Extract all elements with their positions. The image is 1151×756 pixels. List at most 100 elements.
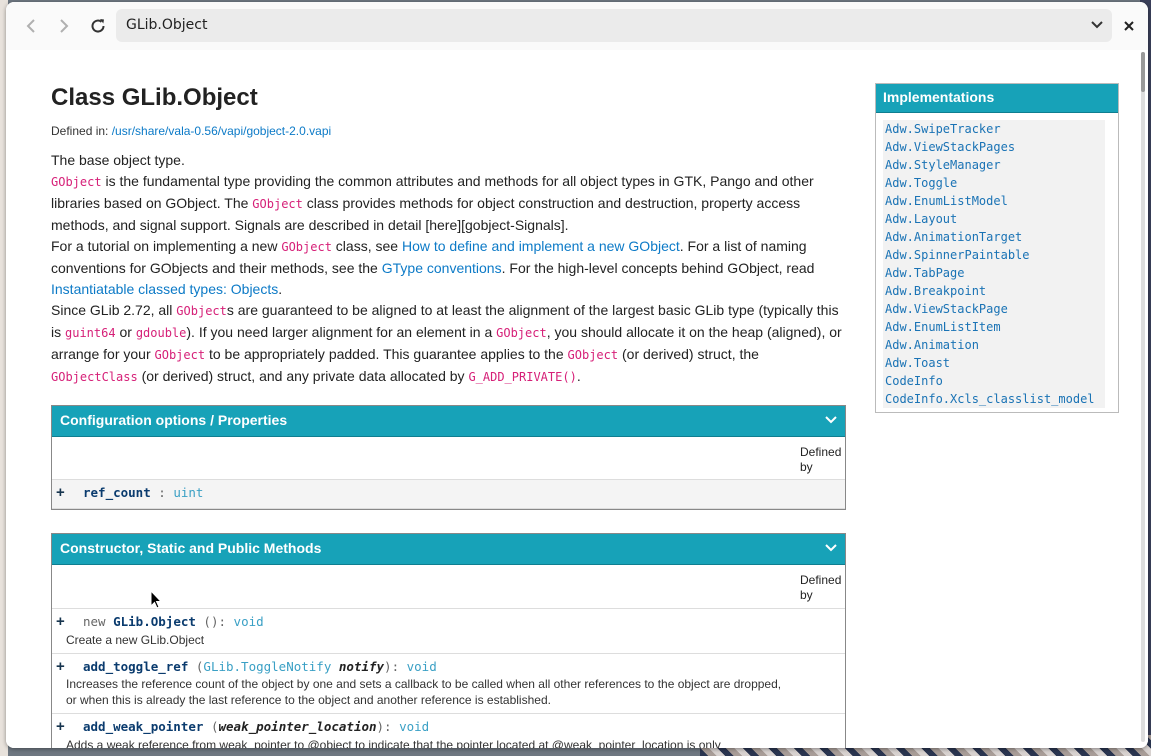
reload-icon [91,19,105,33]
implementations-panel: Implementations Adw.SwipeTracker Adw.View… [875,83,1119,413]
text: (or derived) struct, the [618,346,759,362]
chevron-down-icon[interactable] [1090,17,1104,33]
methods-column-header: Defined by [52,565,845,609]
arg-name: notify [338,659,385,674]
args-close: ): [376,719,400,734]
method-name[interactable]: add_toggle_ref [83,659,188,674]
expand-plus-icon[interactable]: + [56,484,65,501]
method-signature: add_weak_pointer (weak_pointer_location)… [83,719,429,734]
class-heading: Class GLib.Object [51,84,258,111]
methods-panel-header[interactable]: Constructor, Static and Public Methods [52,534,845,565]
method-signature: add_toggle_ref (GLib.ToggleNotify notify… [83,659,437,674]
implementation-link[interactable]: Adw.Layout [883,210,1105,228]
browser-toolbar: GLib.Object [6,2,1148,50]
method-description: Increases the reference count of the obj… [66,677,782,707]
class-description: The base object type. GObject is the fun… [51,150,846,388]
implementation-link[interactable]: CodeInfo [883,372,1105,390]
expand-plus-icon[interactable]: + [56,718,65,735]
implementation-link[interactable]: Adw.ViewStackPage [883,300,1105,318]
code-g-add-private: G_ADD_PRIVATE() [468,370,577,384]
code-gobject: GObject [496,326,547,340]
chevron-down-icon[interactable] [825,543,837,553]
browser-window: GLib.Object Class GLib.Object Defined in… [6,2,1148,748]
address-bar[interactable]: GLib.Object [116,9,1112,42]
property-signature: ref_count : uint [83,485,203,500]
implementations-title: Implementations [876,84,1118,113]
close-icon [1124,21,1134,31]
implementation-link[interactable]: Adw.SpinnerPaintable [883,246,1105,264]
text: or [115,324,136,340]
scrollbar-thumb[interactable] [1141,52,1145,92]
implementation-link[interactable]: Adw.AnimationTarget [883,228,1105,246]
method-name[interactable]: GLib.Object [113,614,196,629]
method-row: + new GLib.Object (): void Create a new … [52,609,845,654]
implementation-link[interactable]: Adw.Breakpoint [883,282,1105,300]
code-gobject: GObject [281,240,332,254]
close-button[interactable] [1114,11,1144,41]
page-title-label: GLib.Object [126,17,208,33]
return-separator: : [218,614,234,629]
code-gobjectclass: GObjectClass [51,370,138,384]
methods-panel: Constructor, Static and Public Methods D… [51,533,846,748]
property-type[interactable]: uint [173,485,203,500]
chevron-down-icon[interactable] [825,415,837,425]
implementation-link[interactable]: Adw.ViewStackPages [883,138,1105,156]
implementation-link[interactable]: Adw.EnumListItem [883,318,1105,336]
code-guint64: guint64 [65,326,116,340]
desc-paragraph-3: For a tutorial on implementing a new GOb… [51,236,846,300]
properties-panel-title: Configuration options / Properties [60,412,288,428]
code-gobject: GObject [567,348,619,362]
chevron-left-icon [26,19,35,33]
text: ). If you need larger alignment for an e… [186,324,497,340]
implementation-link[interactable]: Adw.EnumListModel [883,192,1105,210]
implementation-link[interactable]: Adw.StyleManager [883,156,1105,174]
expand-plus-icon[interactable]: + [56,613,65,630]
text: For a tutorial on implementing a new [51,238,282,254]
return-type[interactable]: void [407,659,437,674]
link-instantiatable-types[interactable]: Instantiatable classed types: Objects [51,281,278,297]
arg-type[interactable]: GLib.ToggleNotify [203,659,331,674]
defined-in-label: Defined in: [51,124,112,138]
text: . For the high-level concepts behind GOb… [501,260,815,276]
implementation-link[interactable]: Adw.TabPage [883,264,1105,282]
defined-in-link[interactable]: /usr/share/vala-0.56/vapi/gobject-2.0.va… [112,124,331,138]
implementation-link[interactable]: CodeInfo.Xcls_classlist_model [883,390,1105,408]
text: Since GLib 2.72, all [51,302,177,318]
link-gtype-conventions[interactable]: GType conventions [382,260,502,276]
arg-name: weak_pointer_location [218,719,377,734]
desc-paragraph-2: GObject is the fundamental type providin… [51,171,846,236]
code-gobject: GObject [51,175,102,189]
text: (or derived) struct, and any private dat… [137,368,469,384]
property-name[interactable]: ref_count [83,485,151,500]
implementation-link[interactable]: Adw.Animation [883,336,1105,354]
method-description: Adds a weak reference from weak_pointer … [66,738,721,748]
reload-button[interactable] [83,11,113,41]
scrollbar[interactable] [1141,52,1145,742]
page-content: Class GLib.Object Defined in: /usr/share… [6,50,1148,748]
chevron-right-icon [60,19,69,33]
implementation-link[interactable]: Adw.Toggle [883,174,1105,192]
expand-plus-icon[interactable]: + [56,658,65,675]
implementation-link[interactable]: Adw.SwipeTracker [883,120,1105,138]
method-name[interactable]: add_weak_pointer [83,719,203,734]
desc-paragraph-1: The base object type. [51,152,185,168]
code-gobject: GObject [154,348,206,362]
defined-by-label: Defined by [800,445,842,474]
desc-paragraph-4: Since GLib 2.72, all GObjects are guaran… [51,300,846,388]
implementations-list: Adw.SwipeTracker Adw.ViewStackPages Adw.St… [883,120,1105,408]
args-open: ( [203,719,219,734]
method-description: Create a new GLib.Object [66,633,205,647]
back-button[interactable] [16,11,46,41]
link-how-to-define[interactable]: How to define and implement a new GObjec… [402,238,680,254]
args-close: ): [384,659,407,674]
return-type[interactable]: void [234,614,264,629]
properties-panel-header[interactable]: Configuration options / Properties [52,406,845,437]
methods-panel-title: Constructor, Static and Public Methods [60,540,322,556]
forward-button[interactable] [49,11,79,41]
text: . [278,281,283,297]
method-row: + add_weak_pointer (weak_pointer_locatio… [52,714,845,748]
return-type[interactable]: void [399,719,429,734]
implementation-link[interactable]: Adw.Toast [883,354,1105,372]
defined-in: Defined in: /usr/share/vala-0.56/vapi/go… [51,124,331,138]
code-gdouble: gdouble [135,326,187,340]
